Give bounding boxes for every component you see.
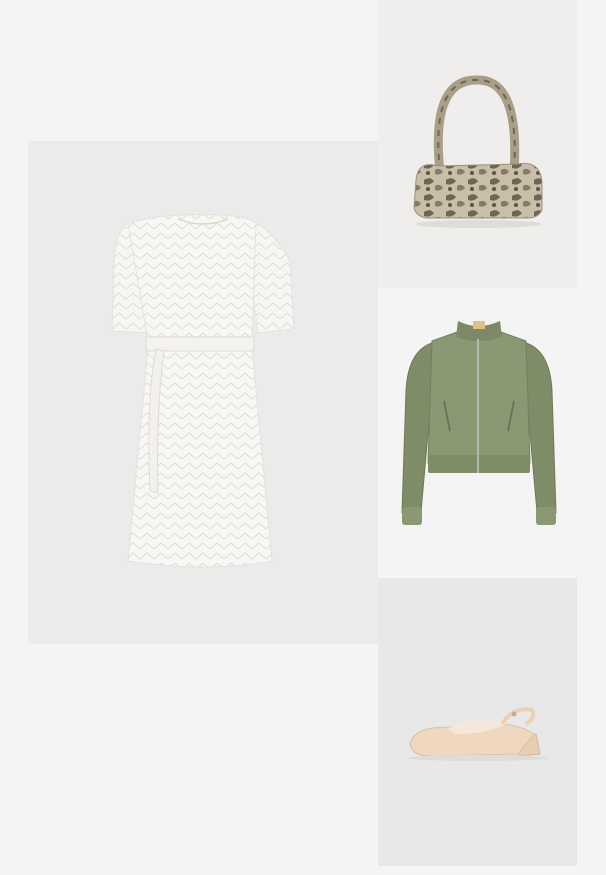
dress-product-card[interactable] bbox=[28, 141, 378, 644]
snakeskin-shoulder-bag-image bbox=[413, 75, 543, 228]
bag-product-card[interactable] bbox=[378, 0, 577, 288]
olive-bomber-jacket-image bbox=[401, 321, 557, 525]
white-eyelet-dress-image bbox=[111, 214, 295, 568]
nude-slingback-pump-image bbox=[408, 707, 548, 761]
shoe-product-card[interactable] bbox=[378, 578, 577, 866]
jacket-product-card[interactable] bbox=[378, 291, 577, 577]
